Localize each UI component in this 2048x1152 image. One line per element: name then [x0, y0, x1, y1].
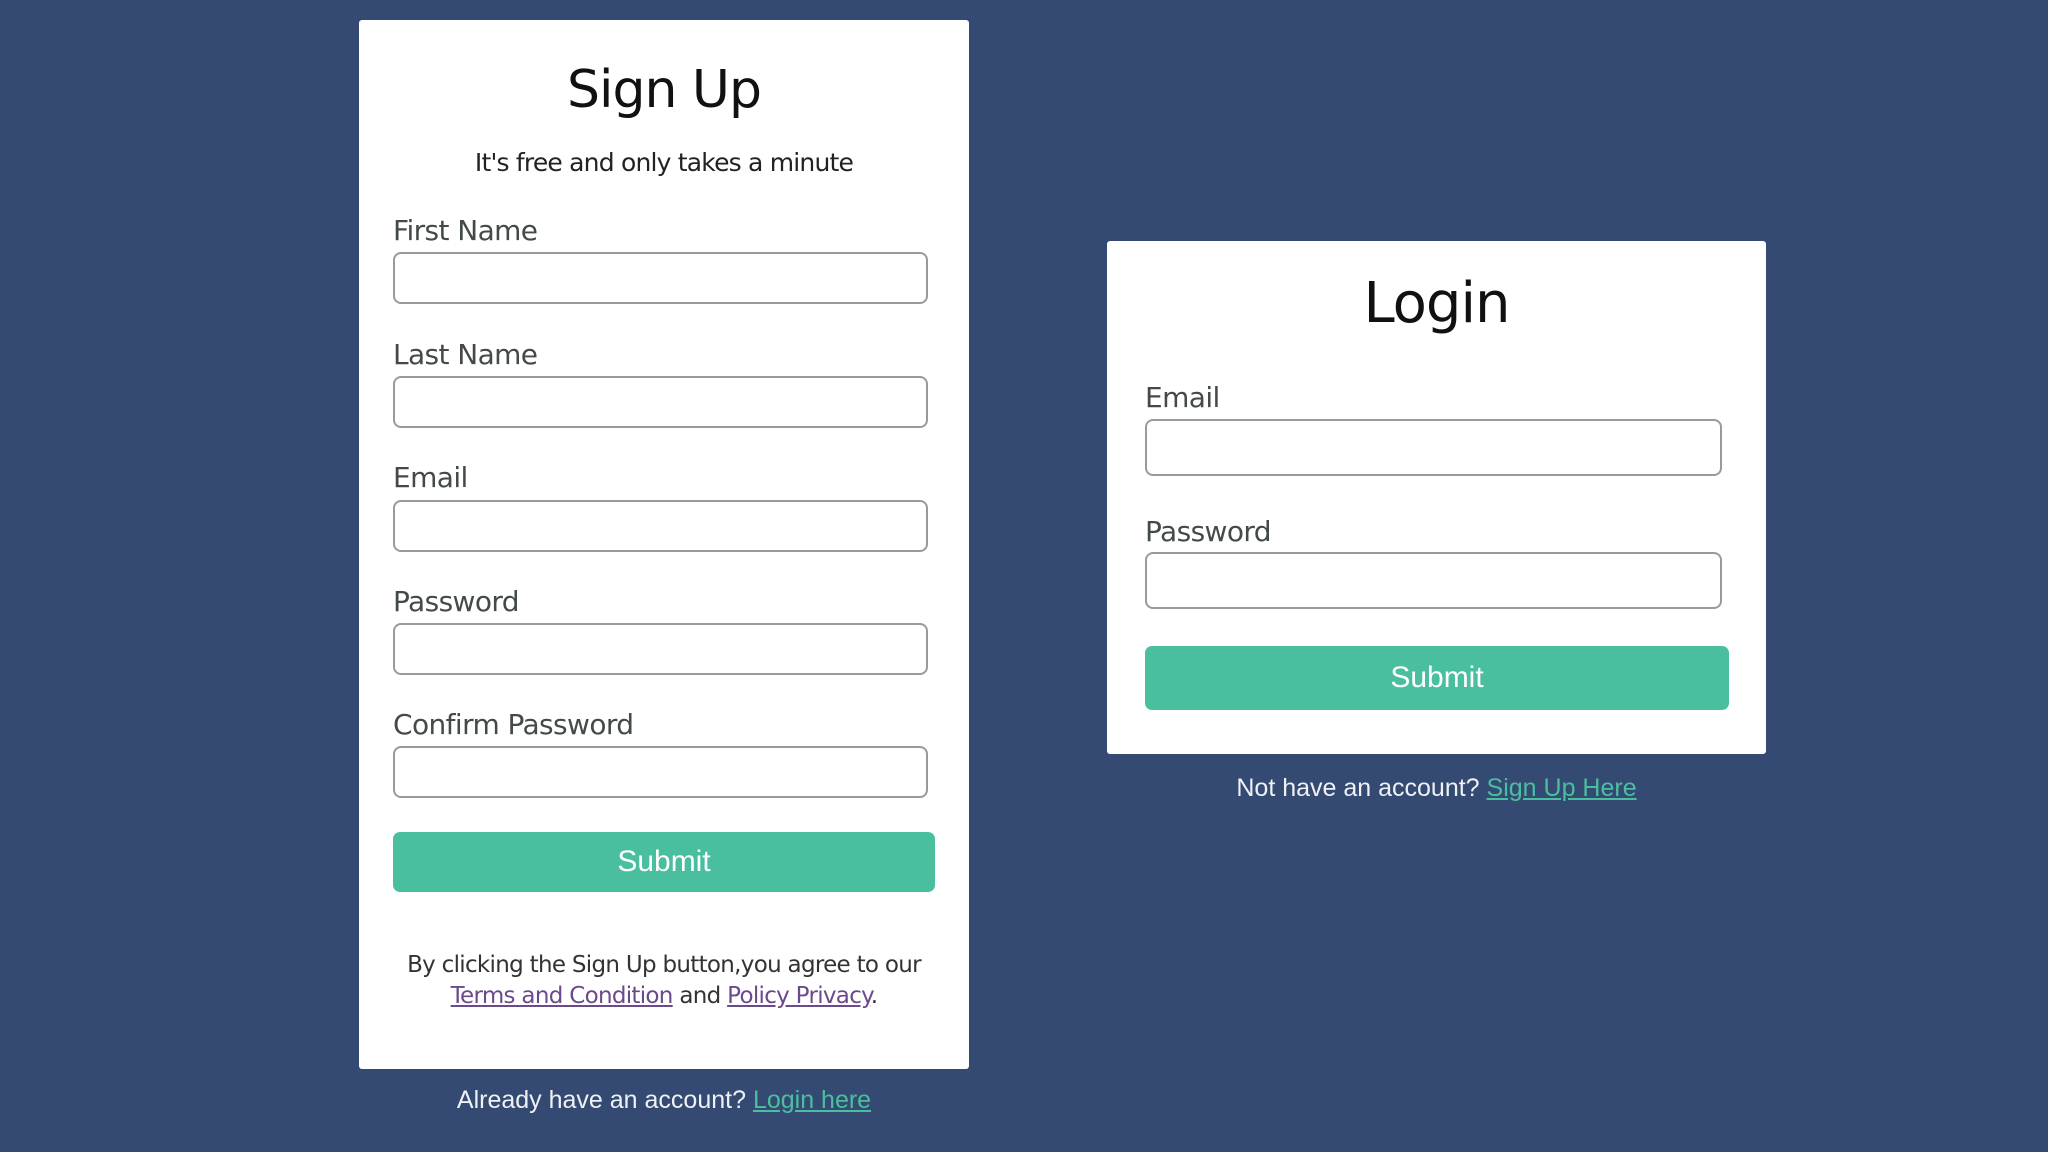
signup-footer: Already have an account? Login here [359, 1086, 969, 1115]
login-here-link[interactable]: Login here [753, 1086, 871, 1114]
signup-password-label: Password [393, 585, 520, 618]
login-title: Login [1363, 271, 1510, 336]
signup-title: Sign Up [566, 60, 762, 120]
sign-up-here-link[interactable]: Sign Up Here [1487, 774, 1637, 802]
first-name-input[interactable] [393, 252, 928, 304]
signup-submit-button[interactable]: Submit [393, 832, 935, 892]
signup-card: Sign Up It's free and only takes a minut… [359, 20, 969, 1069]
signup-footer-text: Already have an account? [456, 1086, 746, 1114]
signup-email-input[interactable] [393, 500, 928, 552]
login-email-input[interactable] [1145, 419, 1722, 476]
login-submit-button[interactable]: Submit [1145, 646, 1729, 710]
login-password-label: Password [1145, 515, 1272, 548]
policy-privacy-link[interactable]: Policy Privacy [727, 983, 871, 1009]
terms-prefix: By clicking the Sign Up button,you agree… [407, 952, 922, 978]
terms-and-condition-link[interactable]: Terms and Condition [451, 983, 674, 1009]
signup-subtitle: It's free and only takes a minute [474, 148, 854, 177]
confirm-password-label: Confirm Password [393, 708, 634, 741]
login-footer: Not have an account? Sign Up Here [1107, 774, 1766, 803]
login-footer-text: Not have an account? [1236, 774, 1480, 802]
terms-suffix: . [870, 983, 878, 1009]
confirm-password-input[interactable] [393, 746, 928, 798]
last-name-label: Last Name [393, 338, 538, 371]
terms-conjunction: and [679, 983, 721, 1009]
terms-notice: By clicking the Sign Up button,you agree… [359, 950, 969, 1012]
signup-email-label: Email [393, 461, 468, 494]
first-name-label: First Name [393, 214, 538, 247]
login-password-input[interactable] [1145, 552, 1722, 609]
last-name-input[interactable] [393, 376, 928, 428]
login-card: Login Email Password Submit [1107, 241, 1766, 754]
signup-password-input[interactable] [393, 623, 928, 675]
login-email-label: Email [1145, 381, 1220, 414]
